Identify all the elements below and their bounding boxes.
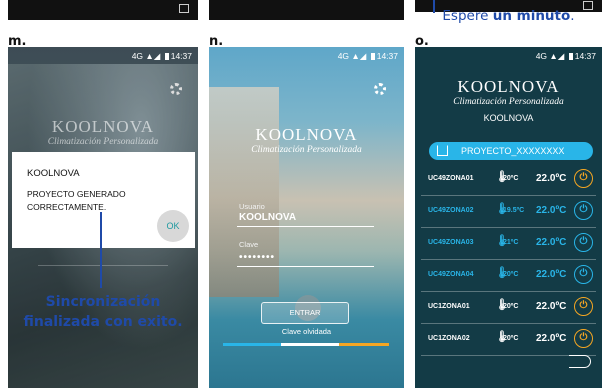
- phone-screen-sync-done: 4G ▲◢ 14:37 KOOLNOVA Climatización Perso…: [8, 47, 198, 388]
- wait-caption-bold: un minuto: [492, 8, 571, 24]
- sync-dialog: KOOLNOVA PROYECTO GENERADO CORRECTAMENTE…: [12, 152, 195, 248]
- phone-screen-login: 4G ▲◢ 14:37 KOOLNOVA Climatización Perso…: [209, 47, 404, 388]
- zone-row[interactable]: UC49ZONA04 🌡 20ºC 22.0ºC ⏻: [415, 263, 602, 287]
- zone-current-temp: 19.5ºC: [503, 207, 525, 214]
- zone-separator: [421, 259, 596, 260]
- back-arrow-icon[interactable]: [569, 355, 591, 368]
- zone-setpoint[interactable]: 22.0ºC: [536, 173, 566, 184]
- sync-caption-line1: Sincronización: [45, 294, 161, 310]
- clock: 14:37: [376, 51, 398, 61]
- zone-separator: [421, 323, 596, 324]
- zone-row[interactable]: UC49ZONA03 🌡 21ºC 22.0ºC ⏻: [415, 231, 602, 255]
- dialog-title: KOOLNOVA: [27, 168, 80, 179]
- password-input-underline: [237, 266, 374, 267]
- battery-icon: [164, 53, 169, 60]
- user-label: Usuario: [239, 202, 265, 211]
- zone-name: UC1ZONA01: [428, 303, 470, 310]
- zone-name: UC49ZONA03: [428, 239, 474, 246]
- password-label: Clave: [239, 240, 259, 249]
- zone-name: UC49ZONA01: [428, 175, 474, 182]
- wait-caption: Espere un minuto.: [415, 8, 602, 24]
- wait-caption-prefix: Espere: [442, 8, 493, 24]
- divider: [38, 265, 168, 266]
- zone-name: UC49ZONA02: [428, 207, 474, 214]
- zone-current-temp: 20ºC: [503, 271, 519, 278]
- zone-setpoint[interactable]: 22.0ºC: [536, 301, 566, 312]
- user-name: KOOLNOVA: [483, 113, 534, 123]
- status-bar: 4G ▲◢ 14:37: [131, 51, 192, 61]
- ok-button[interactable]: OK: [157, 210, 189, 242]
- brand-tagline: Climatización Personalizada: [251, 145, 362, 155]
- password-input[interactable]: ••••••••: [239, 252, 275, 263]
- zone-setpoint[interactable]: 22.0ºC: [536, 205, 566, 216]
- network-indicator: 4G: [131, 51, 144, 61]
- previous-screen-k-crop: [8, 0, 198, 20]
- settings-gear-icon[interactable]: [374, 83, 386, 95]
- previous-screen-l-crop: [209, 0, 404, 20]
- zone-current-temp: 20ºC: [503, 303, 519, 310]
- brand-tagline: Climatización Personalizada: [453, 97, 564, 107]
- caption-connector-m: [100, 212, 102, 288]
- zone-row[interactable]: UC49ZONA02 🌡 19.5ºC 22.0ºC ⏻: [415, 199, 602, 223]
- user-input[interactable]: KOOLNOVA: [239, 212, 296, 223]
- zone-separator: [421, 227, 596, 228]
- project-button[interactable]: PROYECTO_XXXXXXXX: [429, 142, 593, 160]
- zone-setpoint[interactable]: 22.0ºC: [536, 333, 566, 344]
- settings-gear-icon[interactable]: [170, 83, 182, 95]
- wait-caption-suffix: .: [570, 8, 575, 24]
- power-icon[interactable]: ⏻: [574, 265, 593, 284]
- progress-segment-orange: [339, 343, 389, 346]
- brand-logo: KOOLNOVA Climatización Personalizada: [415, 77, 602, 107]
- power-icon[interactable]: ⏻: [574, 201, 593, 220]
- zone-name: UC1ZONA02: [428, 335, 470, 342]
- network-indicator: 4G: [535, 51, 548, 61]
- status-bar: 4G ▲◢ 14:37: [337, 51, 398, 61]
- zone-setpoint[interactable]: 22.0ºC: [536, 269, 566, 280]
- brand-logo: KOOLNOVA Climatización Personalizada: [209, 125, 404, 155]
- battery-icon: [370, 53, 375, 60]
- phone-screen-zones: 4G ▲◢ 14:37 KOOLNOVA Climatización Perso…: [415, 47, 602, 388]
- zone-current-temp: 21ºC: [503, 239, 519, 246]
- square-icon: [179, 4, 189, 13]
- status-bar: 4G ▲◢ 14:37: [535, 51, 596, 61]
- sync-caption: Sincronización finalizada con exito.: [8, 292, 198, 332]
- zone-current-temp: 20ºC: [503, 335, 519, 342]
- clock: 14:37: [574, 51, 596, 61]
- zone-name: UC49ZONA04: [428, 271, 474, 278]
- sync-caption-line2: finalizada con exito.: [23, 314, 183, 330]
- power-icon[interactable]: ⏻: [574, 297, 593, 316]
- progress-segment-blue: [223, 343, 281, 346]
- zone-row[interactable]: UC1ZONA02 🌡 20ºC 22.0ºC ⏻: [415, 327, 602, 351]
- project-name: PROYECTO_XXXXXXXX: [461, 146, 565, 156]
- power-icon[interactable]: ⏻: [574, 169, 593, 188]
- power-icon[interactable]: ⏻: [574, 233, 593, 252]
- clock: 14:37: [170, 51, 192, 61]
- zone-separator: [421, 291, 596, 292]
- zone-row[interactable]: UC49ZONA01 🌡 20ºC 22.0ºC ⏻: [415, 167, 602, 191]
- enter-button[interactable]: ENTRAR: [261, 302, 349, 324]
- dialog-message: PROYECTO GENERADO CORRECTAMENTE.: [27, 189, 126, 212]
- zone-current-temp: 20ºC: [503, 175, 519, 182]
- brand-tagline: Climatización Personalizada: [47, 137, 159, 147]
- battery-icon: [568, 53, 573, 60]
- brand-name: KOOLNOVA: [457, 77, 560, 96]
- forgot-password-link[interactable]: Clave olvidada: [209, 327, 404, 336]
- home-icon: [437, 145, 448, 156]
- power-icon[interactable]: ⏻: [574, 329, 593, 348]
- zone-row[interactable]: UC1ZONA01 🌡 20ºC 22.0ºC ⏻: [415, 295, 602, 319]
- brand-name: KOOLNOVA: [255, 125, 358, 144]
- zone-setpoint[interactable]: 22.0ºC: [536, 237, 566, 248]
- network-indicator: 4G: [337, 51, 350, 61]
- user-input-underline: [237, 226, 374, 227]
- brand-logo: KOOLNOVA Climatización Personalizada: [8, 117, 198, 147]
- brand-name: KOOLNOVA: [51, 117, 155, 136]
- zone-separator: [421, 195, 596, 196]
- progress-segment-white: [281, 343, 339, 346]
